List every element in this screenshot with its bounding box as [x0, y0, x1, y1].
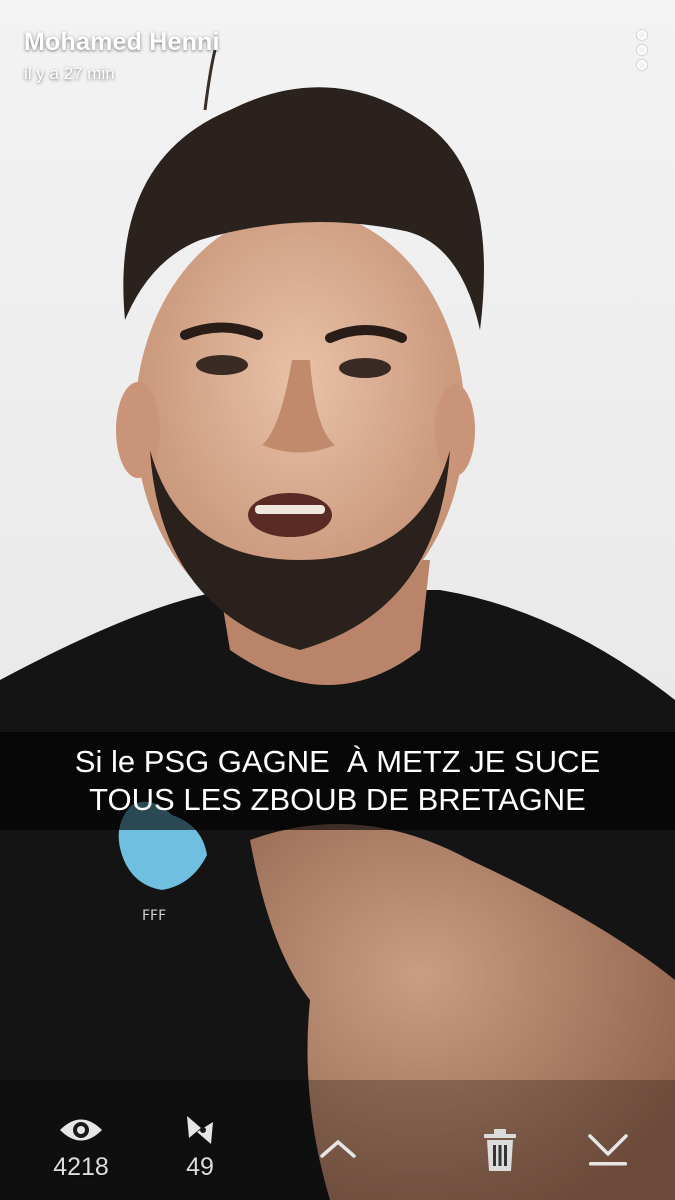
screenshots-count: 49: [186, 1153, 214, 1181]
views-count: 4218: [53, 1153, 109, 1181]
chevron-up-icon[interactable]: [318, 1136, 358, 1160]
more-vertical-icon-dot: [637, 60, 647, 70]
trash-icon[interactable]: [482, 1128, 518, 1172]
screenshots-count-button[interactable]: 49: [170, 1111, 230, 1182]
bottom-toolbar: 4218 49: [0, 1100, 675, 1200]
views-count-button[interactable]: 4218: [40, 1111, 122, 1182]
story-timestamp: il y a 27 min: [24, 64, 115, 83]
screenshot-arrows-icon: [187, 1116, 213, 1144]
story-viewer[interactable]: FFF Mohamed Henni il y a 27 min Si le PS…: [0, 0, 675, 1200]
caption-bar: Si le PSG GAGNE À METZ JE SUCE TOUS LES …: [0, 732, 675, 830]
svg-text:FFF: FFF: [142, 908, 166, 924]
download-icon[interactable]: [586, 1132, 630, 1168]
caption-line-1: Si le PSG GAGNE À METZ JE SUCE: [74, 744, 601, 779]
more-options-button[interactable]: [633, 30, 651, 70]
caption-line-2: TOUS LES ZBOUB DE BRETAGNE: [89, 782, 586, 817]
username[interactable]: Mohamed Henni: [24, 28, 220, 57]
more-vertical-icon-dot: [637, 45, 647, 55]
story-photo: FFF: [0, 0, 675, 1200]
more-vertical-icon: [637, 30, 647, 40]
eye-icon: [60, 1119, 102, 1141]
